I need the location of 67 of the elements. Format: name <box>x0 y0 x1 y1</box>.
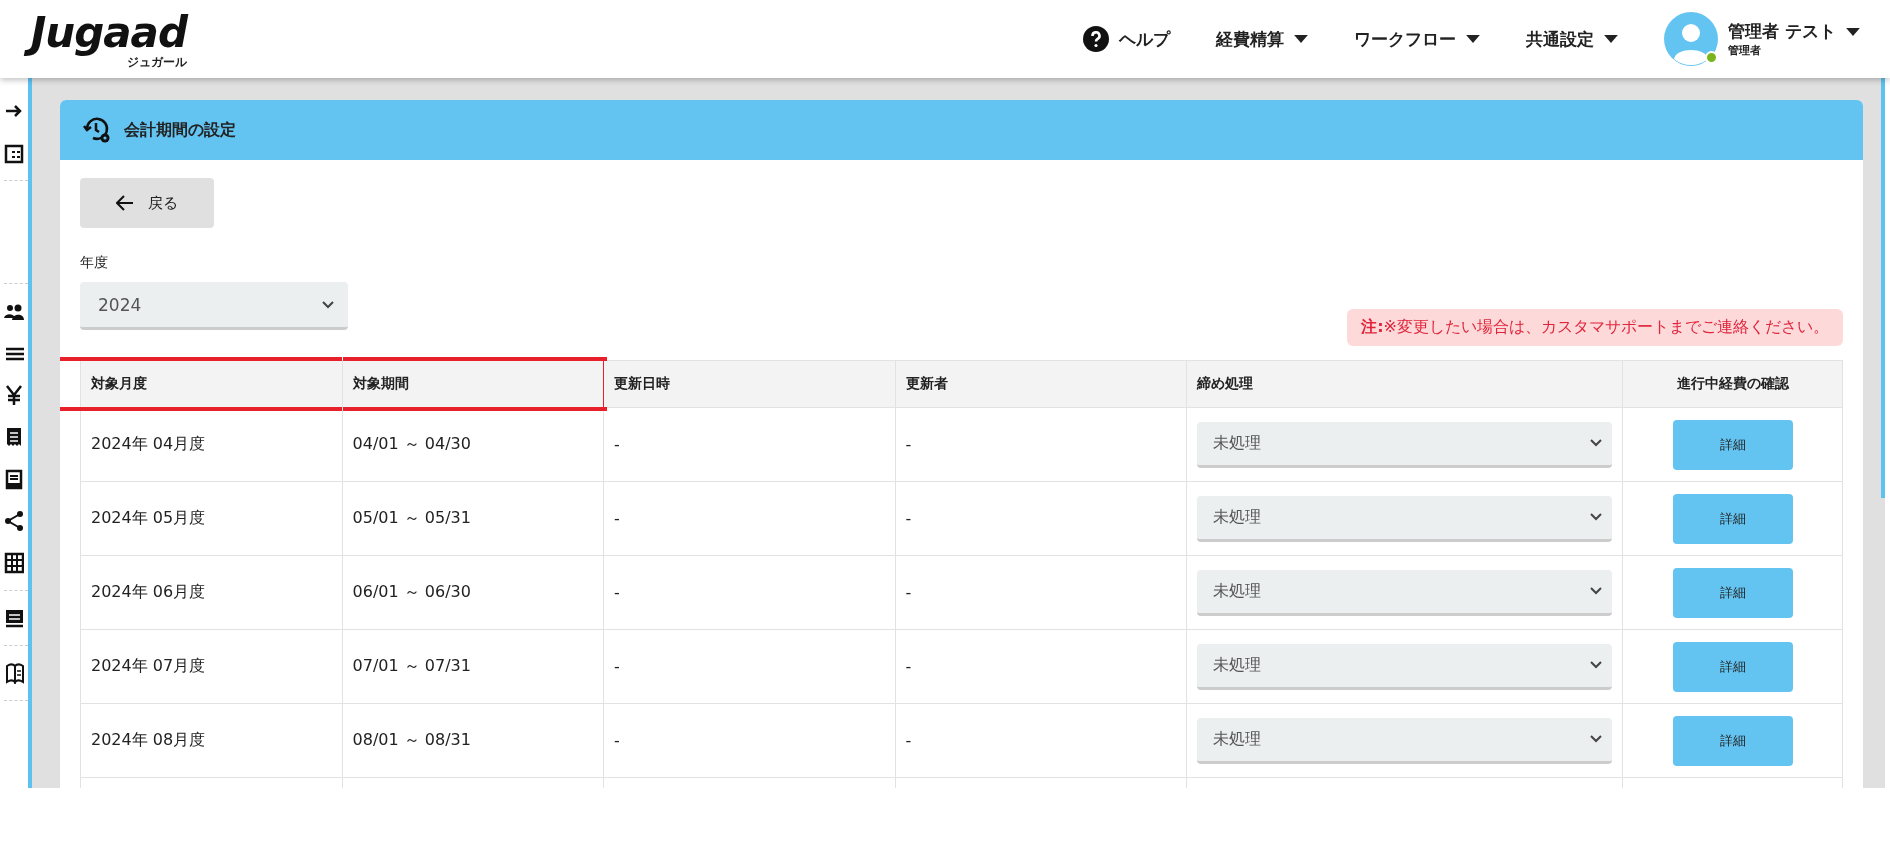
detail-button[interactable]: 詳細 <box>1672 641 1793 692</box>
table-cell: 06/01 ～ 06/30 <box>342 555 604 630</box>
detail-button[interactable]: 詳細 <box>1672 715 1793 766</box>
year-select[interactable]: 2024 <box>80 282 348 330</box>
table-cell: - <box>603 407 896 482</box>
nav-menu[interactable]: ワークフロー <box>1354 27 1481 51</box>
table-cell: 05/01 ～ 05/31 <box>342 481 604 556</box>
caret-icon <box>1294 35 1309 43</box>
detail-button[interactable]: 詳細 <box>1672 567 1793 618</box>
table-cell: 2024年 07月度 <box>80 629 343 704</box>
building-icon[interactable] <box>4 142 24 164</box>
chevron-down-icon <box>1590 439 1603 447</box>
table-cell: - <box>895 703 1187 778</box>
table-cell: 08/01 ～ 08/31 <box>342 703 604 778</box>
column-header: 締め処理 <box>1186 360 1623 408</box>
table-cell: - <box>603 629 896 704</box>
column-header: 更新者 <box>895 360 1187 408</box>
nav-menu[interactable]: 経費精算 <box>1216 27 1309 51</box>
table-cell: - <box>895 407 1187 482</box>
table-cell: 2024年 04月度 <box>80 407 343 482</box>
receipt-icon[interactable] <box>4 426 24 448</box>
table-cell: - <box>603 555 896 630</box>
notice-message: 注:※変更したい場合は、カスタマサポートまでご連絡ください。 <box>1347 309 1843 346</box>
column-header: 対象月度 <box>91 375 147 391</box>
status-select[interactable]: 未処理 <box>1196 421 1613 468</box>
chevron-down-icon <box>1590 661 1603 669</box>
user-name[interactable]: 管理者 テスト <box>1728 20 1836 43</box>
user-role: 管理者 <box>1728 43 1763 58</box>
book-icon[interactable] <box>4 662 24 684</box>
status-select[interactable]: 未処理 <box>1196 569 1613 616</box>
status-select[interactable]: 未処理 <box>1196 643 1613 690</box>
status-select[interactable]: 未処理 <box>1196 495 1613 542</box>
share-icon[interactable] <box>4 510 24 532</box>
invoice-icon[interactable] <box>4 468 24 490</box>
column-header: 対象期間 <box>352 375 409 391</box>
table-cell: - <box>895 629 1187 704</box>
help-link[interactable]: ヘルプ <box>1083 26 1171 52</box>
year-label: 年度 <box>80 254 109 272</box>
clock-gear-icon <box>82 115 112 145</box>
table-cell: 2024年 08月度 <box>80 703 343 778</box>
table-cell: - <box>895 555 1187 630</box>
monitor-icon[interactable] <box>4 607 24 629</box>
status-select[interactable]: 未処理 <box>1196 717 1613 764</box>
chevron-down-icon <box>322 300 334 309</box>
table-cell: - <box>895 481 1187 556</box>
detail-button[interactable]: 詳細 <box>1672 493 1793 544</box>
panel-title: 会計期間の設定 <box>124 119 236 141</box>
caret-icon <box>1466 35 1481 43</box>
table-cell: - <box>603 481 896 556</box>
chevron-down-icon <box>1590 513 1603 521</box>
column-header: 進行中経費の確認 <box>1622 360 1843 408</box>
caret-icon <box>1604 35 1619 43</box>
table-cell: 2024年 05月度 <box>80 481 343 556</box>
caret-icon <box>1846 27 1860 36</box>
table-cell: 2024年 06月度 <box>80 555 343 630</box>
chevron-down-icon <box>1590 735 1603 743</box>
yen-icon[interactable] <box>4 384 24 406</box>
chevron-down-icon <box>1590 587 1603 595</box>
detail-button[interactable]: 詳細 <box>1672 419 1793 470</box>
grid-icon[interactable] <box>4 552 24 574</box>
nav-menu[interactable]: 共通設定 <box>1526 27 1619 51</box>
help-icon <box>1083 26 1110 52</box>
column-header: 更新日時 <box>603 360 896 408</box>
table-cell: 07/01 ～ 07/31 <box>342 629 604 704</box>
back-arrow-icon <box>116 195 134 211</box>
back-button[interactable]: 戻る <box>80 178 214 228</box>
table-cell: - <box>603 703 896 778</box>
